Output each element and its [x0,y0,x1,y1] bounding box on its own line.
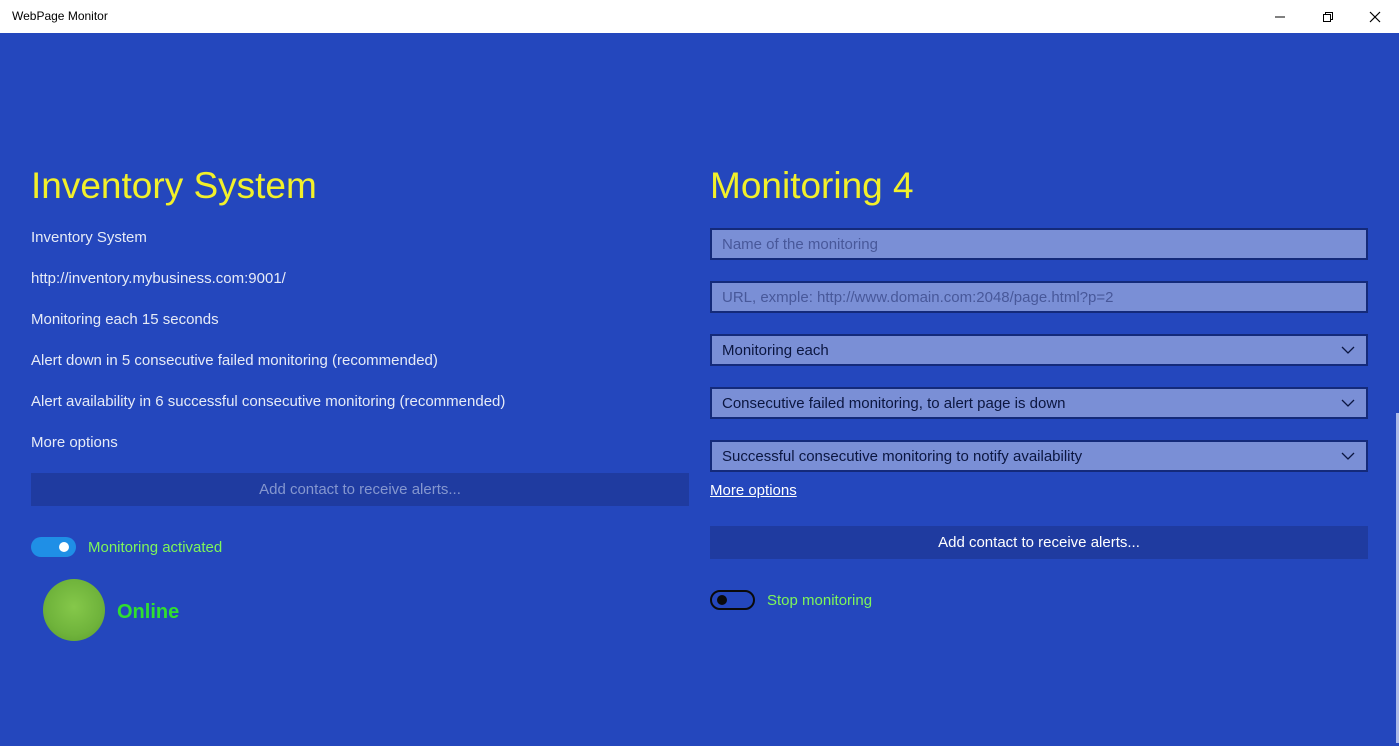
toggle-knob [717,595,727,605]
successful-monitoring-select-value: Successful consecutive monitoring to not… [722,447,1083,465]
monitoring-name-placeholder: Name of the monitoring [722,235,878,253]
alert-down-setting: Alert down in 5 consecutive failed monit… [31,352,438,369]
chevron-down-icon [1341,346,1355,354]
online-status-icon [43,579,105,641]
add-contact-button-disabled: Add contact to receive alerts... [31,473,689,506]
stop-monitoring-toggle[interactable] [710,590,755,610]
chevron-down-icon [1341,452,1355,460]
monitoring-name: Inventory System [31,229,147,246]
monitoring-interval-select-value: Monitoring each [722,341,829,359]
minimize-icon [1275,16,1285,17]
monitoring-name-input[interactable]: Name of the monitoring [710,228,1368,260]
restore-icon [1323,11,1333,22]
status-text: Online [117,601,180,623]
stop-monitoring-label: Stop monitoring [767,592,873,609]
more-options-label[interactable]: More options [31,434,118,451]
window-title: WebPage Monitor [12,9,108,23]
alert-availability-setting: Alert availability in 6 successful conse… [31,393,506,410]
monitoring-url-input[interactable]: URL, exmple: http://www.domain.com:2048/… [710,281,1368,313]
chevron-down-icon [1341,399,1355,407]
title-bar: WebPage Monitor [0,0,1399,33]
failed-monitoring-select[interactable]: Consecutive failed monitoring, to alert … [710,387,1368,419]
successful-monitoring-select[interactable]: Successful consecutive monitoring to not… [710,440,1368,472]
monitoring-activated-label: Monitoring activated [88,539,223,556]
main-content: Inventory System Inventory System http:/… [0,33,1399,746]
more-options-link[interactable]: More options [710,482,797,499]
monitoring-url-placeholder: URL, exmple: http://www.domain.com:2048/… [722,288,1114,306]
close-button[interactable] [1352,0,1398,33]
monitoring-interval: Monitoring each 15 seconds [31,311,219,328]
toggle-knob [59,542,69,552]
restore-button[interactable] [1305,0,1351,33]
monitoring-url: http://inventory.mybusiness.com:9001/ [31,270,286,287]
monitoring-interval-select[interactable]: Monitoring each [710,334,1368,366]
failed-monitoring-select-value: Consecutive failed monitoring, to alert … [722,394,1066,412]
minimize-button[interactable] [1257,0,1303,33]
add-contact-button[interactable]: Add contact to receive alerts... [710,526,1368,559]
monitoring-title: Inventory System [31,165,317,206]
monitoring-activated-toggle[interactable] [31,537,76,557]
new-monitoring-title: Monitoring 4 [710,165,914,206]
close-icon [1369,11,1381,22]
